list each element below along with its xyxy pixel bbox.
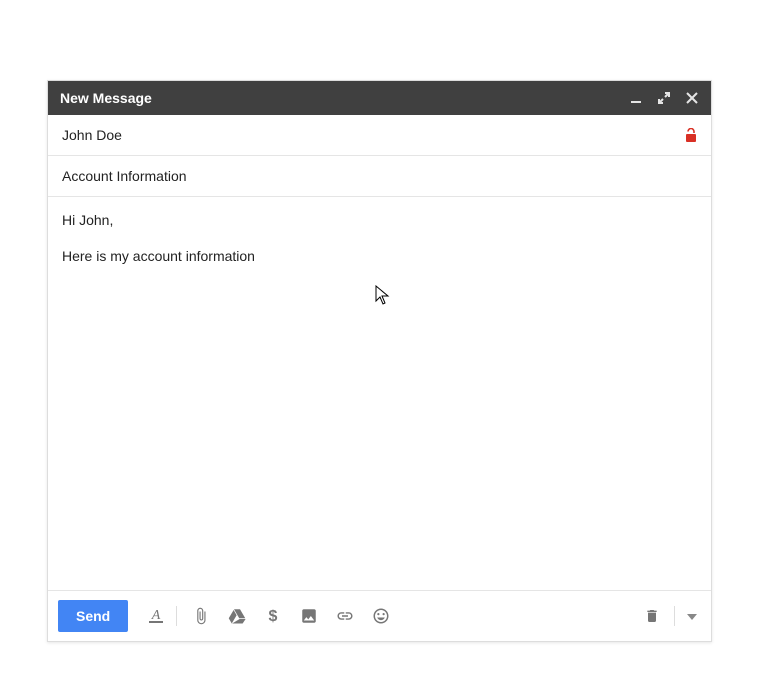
minimize-icon[interactable] bbox=[629, 91, 643, 105]
insert-photo-icon[interactable] bbox=[299, 606, 319, 626]
emoji-icon[interactable] bbox=[371, 606, 391, 626]
subject-text: Account Information bbox=[62, 168, 697, 184]
footer-left: Send A $ bbox=[58, 600, 407, 632]
compose-window: New Message John Doe bbox=[47, 80, 712, 642]
compose-body[interactable]: Hi John, Here is my account information bbox=[48, 197, 711, 590]
recipient-field[interactable]: John Doe bbox=[48, 115, 711, 156]
attach-file-icon[interactable] bbox=[191, 606, 211, 626]
drive-icon[interactable] bbox=[227, 606, 247, 626]
insert-link-icon[interactable] bbox=[335, 606, 355, 626]
more-options-icon[interactable] bbox=[683, 603, 701, 629]
svg-text:$: $ bbox=[269, 608, 278, 625]
titlebar-controls bbox=[629, 91, 699, 105]
trash-icon[interactable] bbox=[642, 606, 662, 626]
body-line: Here is my account information bbox=[62, 247, 697, 265]
divider bbox=[176, 606, 177, 626]
recipient-text: John Doe bbox=[62, 127, 685, 143]
format-text-icon[interactable]: A bbox=[146, 606, 166, 626]
send-button[interactable]: Send bbox=[58, 600, 128, 632]
body-line: Hi John, bbox=[62, 211, 697, 229]
dollar-icon[interactable]: $ bbox=[263, 606, 283, 626]
compose-titlebar: New Message bbox=[48, 81, 711, 115]
compose-footer: Send A $ bbox=[48, 590, 711, 641]
footer-right bbox=[642, 603, 701, 629]
compose-title: New Message bbox=[60, 90, 152, 106]
expand-icon[interactable] bbox=[657, 91, 671, 105]
divider bbox=[674, 606, 675, 626]
svg-text:A: A bbox=[151, 608, 161, 623]
close-icon[interactable] bbox=[685, 91, 699, 105]
mouse-cursor-icon bbox=[375, 285, 391, 310]
subject-field[interactable]: Account Information bbox=[48, 156, 711, 197]
tls-lock-icon[interactable] bbox=[685, 128, 697, 142]
